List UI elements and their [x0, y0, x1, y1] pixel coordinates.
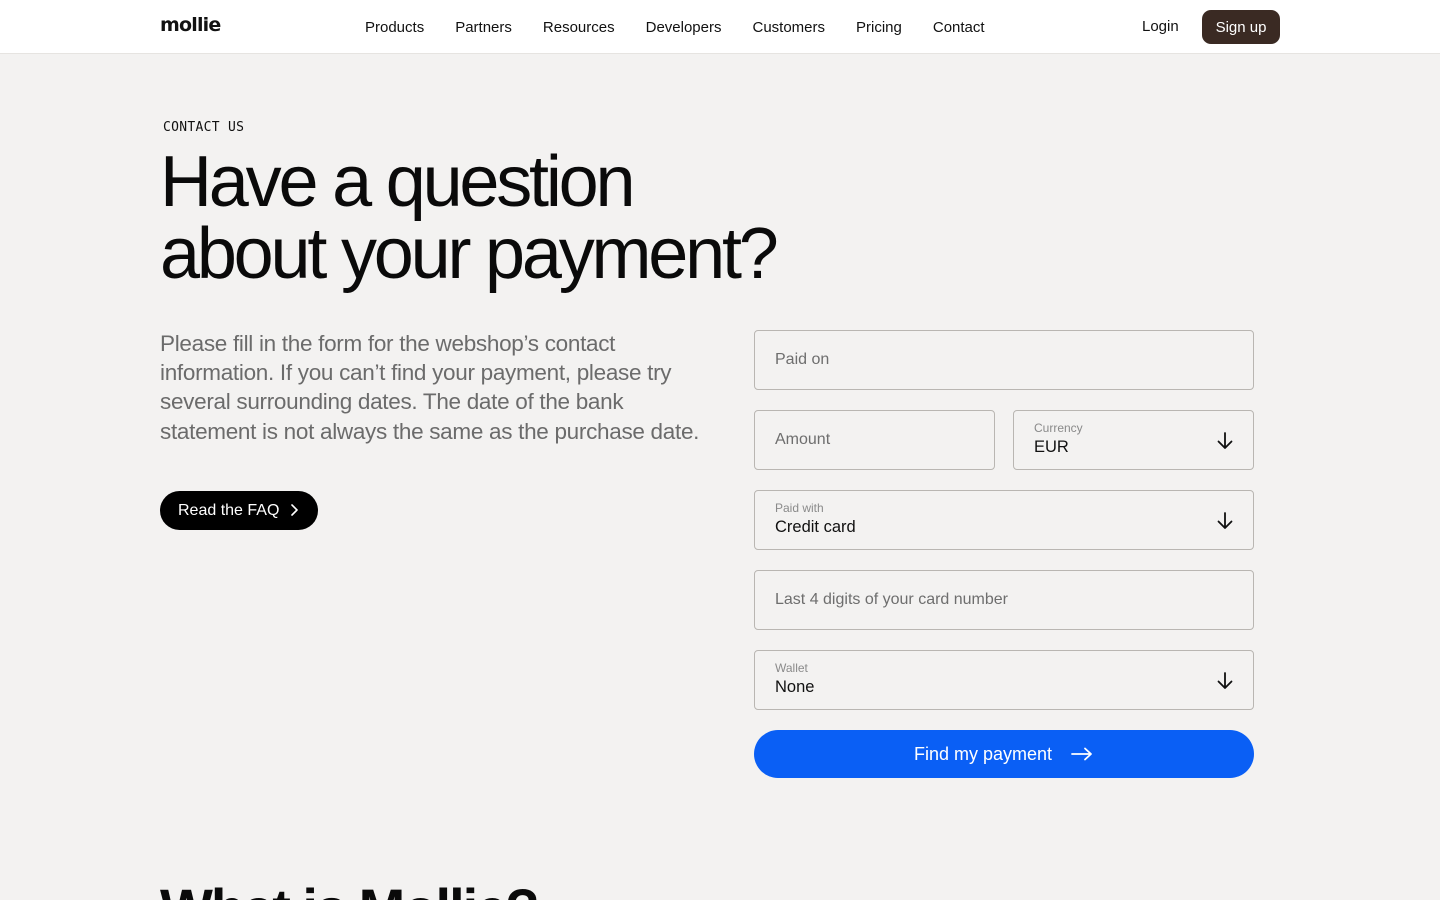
arrow-down-icon	[1217, 672, 1233, 689]
wallet-label: Wallet	[775, 661, 808, 675]
currency-value: EUR	[1034, 438, 1069, 456]
arrow-down-icon	[1217, 512, 1233, 529]
paid-with-select[interactable]: Paid with Credit card	[754, 490, 1254, 550]
currency-label: Currency	[1034, 421, 1083, 435]
paid-with-label: Paid with	[775, 501, 824, 515]
section-heading-what-is-mollie: What is Mollie?	[160, 876, 540, 900]
last-four-placeholder: Last 4 digits of your card number	[775, 591, 1009, 608]
find-my-payment-label: Find my payment	[913, 743, 1053, 764]
read-faq-label: Read the FAQ	[178, 501, 280, 519]
paid-with-value: Credit card	[775, 518, 856, 536]
chevron-right-icon	[291, 504, 298, 516]
nav-resources[interactable]: Resources	[543, 19, 615, 36]
arrow-down-icon	[1217, 432, 1233, 449]
nav-developers[interactable]: Developers	[646, 19, 722, 36]
nav-partners[interactable]: Partners	[455, 19, 512, 36]
title-line-2: about your payment?	[160, 214, 779, 294]
mollie-logo[interactable]: mollie	[160, 14, 221, 36]
site-header: mollie Products Partners Resources Devel…	[0, 0, 1440, 54]
page-title: Have a question about your payment?	[160, 146, 860, 290]
eyebrow-label: CONTACT US	[163, 120, 245, 135]
login-link[interactable]: Login	[1142, 18, 1179, 35]
title-line-1: Have a question	[160, 142, 636, 222]
read-faq-button[interactable]: Read the FAQ	[160, 491, 318, 530]
paid-on-field[interactable]: Paid on	[754, 330, 1254, 390]
intro-text: Please fill in the form for the webshop’…	[160, 331, 700, 444]
find-my-payment-button[interactable]: Find my payment	[754, 730, 1254, 778]
paid-on-placeholder: Paid on	[775, 351, 830, 368]
nav-customers[interactable]: Customers	[752, 19, 825, 36]
last-four-digits-field[interactable]: Last 4 digits of your card number	[754, 570, 1254, 630]
wallet-value: None	[775, 678, 815, 696]
currency-select[interactable]: Currency EUR	[1013, 410, 1254, 470]
wallet-select[interactable]: Wallet None	[754, 650, 1254, 710]
nav-contact[interactable]: Contact	[933, 19, 985, 36]
main-nav: Products Partners Resources Developers C…	[365, 0, 1016, 54]
arrow-right-icon	[1071, 747, 1092, 761]
amount-field[interactable]: Amount	[754, 410, 995, 470]
nav-pricing[interactable]: Pricing	[856, 19, 902, 36]
signup-button[interactable]: Sign up	[1202, 10, 1280, 44]
nav-products[interactable]: Products	[365, 19, 424, 36]
amount-placeholder: Amount	[775, 431, 831, 448]
